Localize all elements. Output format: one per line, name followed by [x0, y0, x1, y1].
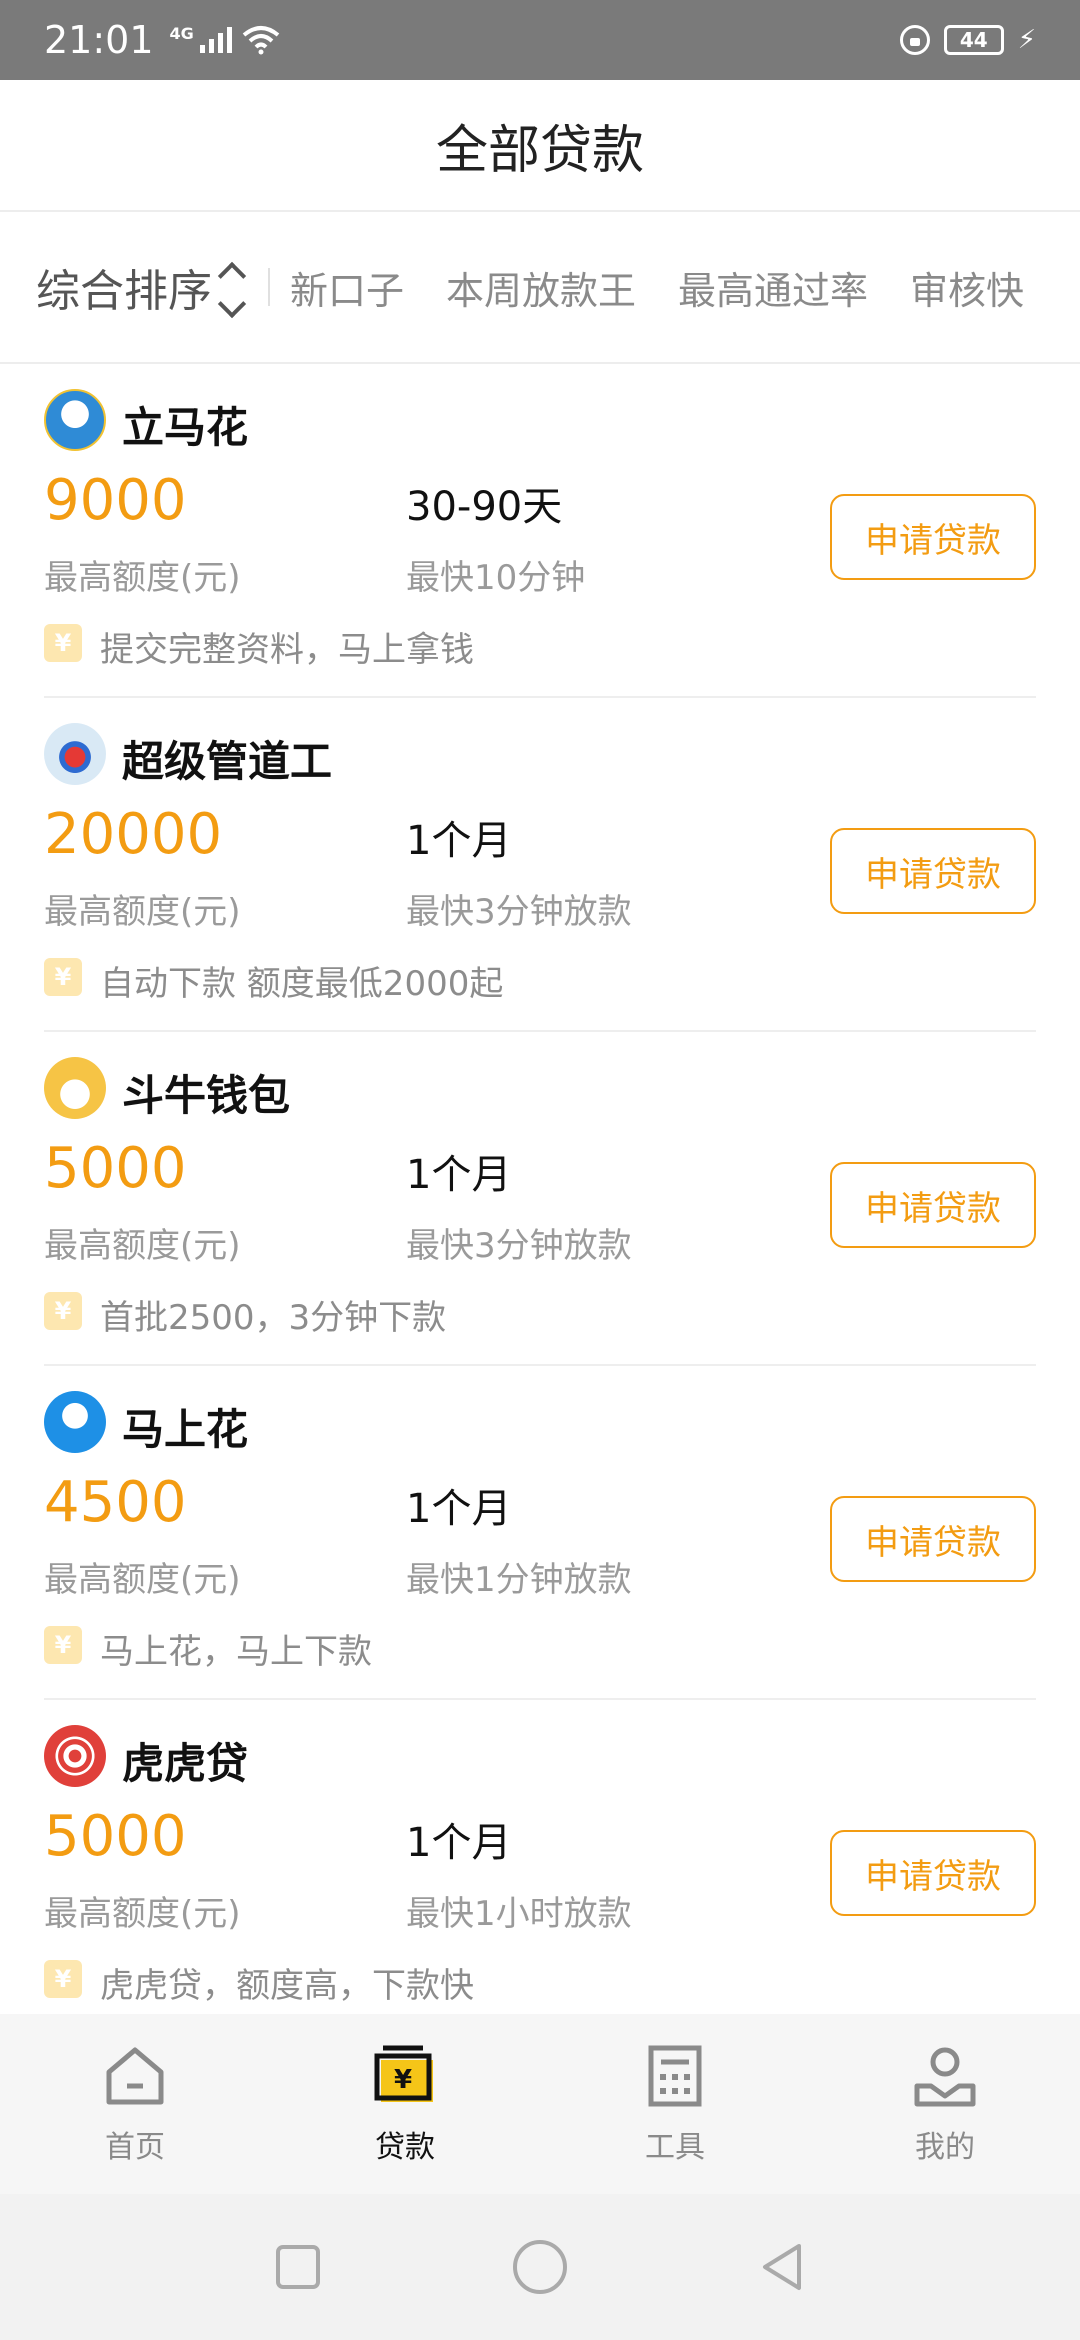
- nav-home-label: 首页: [105, 2130, 165, 2165]
- horse-logo-icon: [44, 1391, 106, 1453]
- loan-term: 30-90天: [406, 484, 563, 530]
- loan-tagline: 虎虎贷，额度高，下款快: [100, 1966, 474, 2006]
- calculator-icon: [648, 2045, 702, 2107]
- nav-loan-label: 贷款: [375, 2130, 435, 2165]
- recents-icon[interactable]: [275, 2244, 321, 2290]
- home-circle-icon[interactable]: [512, 2239, 568, 2295]
- loan-amount: 5000: [44, 1136, 187, 1201]
- profile-icon: [914, 2047, 976, 2107]
- loan-card[interactable]: 斗牛钱包 5000 最高额度(元) 1个月 最快3分钟放款 申请贷款 ¥ 首批2…: [44, 1032, 1036, 1366]
- loan-card[interactable]: 马上花 4500 最高额度(元) 1个月 最快1分钟放款 申请贷款 ¥ 马上花，…: [44, 1366, 1036, 1700]
- rotation-lock-icon: [899, 25, 930, 55]
- yuan-icon: ¥: [44, 1960, 82, 1998]
- status-bar: 21:01 4G 44 ⚡: [0, 0, 1080, 80]
- loan-tagline: 首批2500，3分钟下款: [100, 1298, 447, 1338]
- filter-tab-weekly-top[interactable]: 本周放款王: [446, 260, 636, 315]
- nav-loan[interactable]: ¥ 贷款: [270, 2014, 540, 2194]
- loan-list: 立马花 9000 最高额度(元) 30-90天 最快10分钟 申请贷款 ¥ 提交…: [0, 364, 1080, 2034]
- amount-label: 最高额度(元): [44, 558, 241, 598]
- loan-term: 1个月: [406, 1152, 512, 1198]
- swirl-logo-icon: [44, 1725, 106, 1787]
- apply-loan-button[interactable]: 申请贷款: [830, 1496, 1036, 1582]
- loan-term: 1个月: [406, 1486, 512, 1532]
- status-time: 21:01: [44, 18, 154, 62]
- sort-dropdown[interactable]: 综合排序: [36, 255, 247, 319]
- bottom-nav: 首页 ¥ 贷款 工具 我的: [0, 2014, 1080, 2194]
- filter-tab-pass-rate[interactable]: 最高通过率: [678, 260, 868, 315]
- loan-card[interactable]: 立马花 9000 最高额度(元) 30-90天 最快10分钟 申请贷款 ¥ 提交…: [44, 364, 1036, 698]
- apply-loan-button[interactable]: 申请贷款: [830, 1162, 1036, 1248]
- yuan-icon: ¥: [44, 1292, 82, 1330]
- loan-speed: 最快10分钟: [406, 558, 586, 598]
- loan-amount: 9000: [44, 468, 187, 533]
- loan-tagline: 自动下款 额度最低2000起: [100, 964, 504, 1004]
- system-nav-bar: [0, 2194, 1080, 2340]
- mario-logo-icon: [44, 723, 106, 785]
- loan-speed: 最快3分钟放款: [406, 1226, 632, 1266]
- loan-tagline: 马上花，马上下款: [100, 1632, 372, 1672]
- page-title: 全部贷款: [435, 120, 644, 181]
- nav-tools[interactable]: 工具: [540, 2014, 810, 2194]
- loan-term: 1个月: [406, 818, 512, 864]
- loan-amount: 5000: [44, 1804, 187, 1869]
- yuan-icon: ¥: [44, 958, 82, 996]
- nav-profile[interactable]: 我的: [810, 2014, 1080, 2194]
- filter-tab-new[interactable]: 新口子: [290, 260, 404, 315]
- apply-loan-button[interactable]: 申请贷款: [830, 494, 1036, 580]
- nav-tools-label: 工具: [645, 2130, 705, 2165]
- sort-label: 综合排序: [36, 266, 212, 317]
- charging-icon: ⚡: [1017, 25, 1036, 55]
- apply-loan-button[interactable]: 申请贷款: [830, 828, 1036, 914]
- loan-name: 超级管道工: [122, 737, 333, 786]
- filter-bar: 综合排序 新口子 本周放款王 最高通过率 审核快: [0, 212, 1080, 364]
- loan-amount: 4500: [44, 1470, 187, 1535]
- loan-card[interactable]: 虎虎贷 5000 最高额度(元) 1个月 最快1小时放款 申请贷款 ¥ 虎虎贷，…: [44, 1700, 1036, 2034]
- yuan-icon: ¥: [44, 1626, 82, 1664]
- loan-name: 马上花: [122, 1405, 249, 1454]
- nav-profile-label: 我的: [915, 2130, 975, 2165]
- nav-home[interactable]: 首页: [0, 2014, 270, 2194]
- loan-name: 立马花: [122, 403, 249, 452]
- loan-speed: 最快3分钟放款: [406, 892, 632, 932]
- amount-label: 最高额度(元): [44, 892, 241, 932]
- home-icon: [106, 2047, 164, 2105]
- back-icon[interactable]: [759, 2242, 805, 2292]
- battery-level: 44: [959, 28, 988, 52]
- loan-term: 1个月: [406, 1820, 512, 1866]
- apply-loan-button[interactable]: 申请贷款: [830, 1830, 1036, 1916]
- loan-name: 虎虎贷: [122, 1739, 249, 1788]
- loan-tagline: 提交完整资料，马上拿钱: [100, 630, 474, 670]
- network-type: 4G: [169, 23, 194, 43]
- amount-label: 最高额度(元): [44, 1560, 241, 1600]
- battery-icon: 44: [943, 25, 1004, 55]
- cow-logo-icon: [44, 1057, 106, 1119]
- loan-amount: 20000: [44, 802, 223, 867]
- amount-label: 最高额度(元): [44, 1894, 241, 1934]
- amount-label: 最高额度(元): [44, 1226, 241, 1266]
- signal-icon: [199, 27, 232, 53]
- loan-card[interactable]: 超级管道工 20000 最高额度(元) 1个月 最快3分钟放款 申请贷款 ¥ 自…: [44, 698, 1036, 1032]
- svg-text:¥: ¥: [394, 2065, 412, 2095]
- filter-tab-fast-review[interactable]: 审核快: [910, 260, 1024, 315]
- loan-speed: 最快1分钟放款: [406, 1560, 632, 1600]
- wifi-icon: [242, 26, 280, 55]
- horse-logo-icon: [44, 389, 106, 451]
- filter-divider: [268, 268, 270, 306]
- loan-name: 斗牛钱包: [122, 1071, 291, 1120]
- page-header: 全部贷款: [0, 80, 1080, 212]
- sort-toggle-icon: [217, 260, 247, 319]
- loan-icon: ¥: [374, 2045, 433, 2102]
- loan-speed: 最快1小时放款: [406, 1894, 632, 1934]
- yuan-icon: ¥: [44, 624, 82, 662]
